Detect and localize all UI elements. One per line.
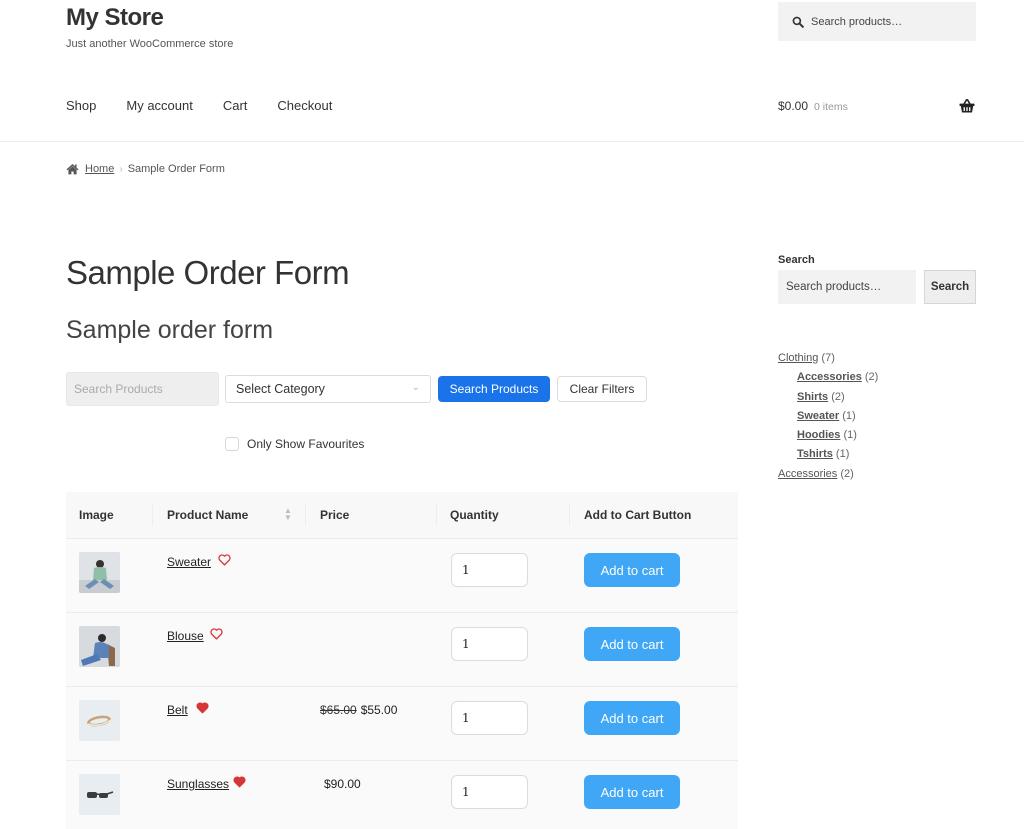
category-count: (2) [831,390,845,403]
sidebar-search-button[interactable]: Search [924,270,976,304]
site-description: Just another WooCommerce store [66,38,234,50]
favourites-filter[interactable]: Only Show Favourites [225,437,364,451]
site-header: My Store Just another WooCommerce store … [0,0,1024,142]
nav-checkout[interactable]: Checkout [277,98,332,113]
category-item: Clothing (7) [778,351,878,370]
product-image-belt[interactable] [79,700,120,741]
column-header-quantity: Quantity [450,508,499,522]
category-item: Shirts (2) [778,390,878,409]
page-title: Sample Order Form [66,254,350,291]
category-link-clothing[interactable]: Clothing [778,352,818,364]
table-row: Belt $65.00$55.00 Add to cart [66,687,738,761]
sort-icon[interactable]: ▲ ▼ [284,507,292,522]
sale-price: $90.00 [324,777,361,791]
category-link-accessories-top[interactable]: Accessories [778,468,837,480]
product-image-sunglasses[interactable] [79,774,120,815]
cart-total: $0.00 [778,99,809,113]
header-search[interactable] [778,2,976,41]
home-icon [66,163,79,175]
quantity-input[interactable] [451,627,528,661]
category-select-value: Select Category [236,382,325,396]
product-price: $65.00 $55.00 [320,703,397,717]
search-icon [792,16,804,28]
column-divider [152,504,153,526]
sidebar-search-title: Search [778,254,815,266]
add-to-cart-button[interactable]: Add to cart [584,627,680,661]
product-price [320,629,324,643]
clear-filters-button[interactable]: Clear Filters [557,376,647,402]
column-header-image: Image [79,508,114,522]
category-item: Sweater (1) [778,409,878,428]
column-header-product-name[interactable]: Product Name [167,508,248,522]
favourites-label: Only Show Favourites [247,437,365,451]
form-title: Sample order form [66,316,274,344]
category-count: (7) [821,352,835,364]
quantity-input[interactable] [451,775,528,809]
nav-shop[interactable]: Shop [66,98,96,113]
main-navigation: Shop My account Cart Checkout [66,98,362,113]
category-item: Hoodies (1) [778,428,878,447]
cart-count: 0 items [814,101,848,113]
column-divider [305,504,306,526]
heart-filled-icon[interactable] [233,776,246,788]
category-item: Accessories (2) [778,370,878,389]
category-item: Tshirts (1) [778,447,878,466]
order-form-table: Image Product Name ▲ ▼ Price Quantity Add… [66,492,738,829]
header-search-input[interactable] [811,15,961,28]
category-count: (2) [840,467,854,480]
breadcrumb: Home › Sample Order Form [66,163,225,175]
heart-filled-icon[interactable] [196,702,209,714]
breadcrumb-current: Sample Order Form [127,163,225,175]
category-count: (1) [843,429,857,442]
sale-price: $55.00 [360,703,398,717]
chevron-down-icon: ⌄ [411,382,420,393]
quantity-input[interactable] [451,553,528,587]
nav-cart[interactable]: Cart [223,98,248,113]
category-select[interactable]: Select Category ⌄ [225,375,431,403]
product-image-blouse[interactable] [79,626,120,667]
category-count: (1) [835,448,850,461]
table-header: Image Product Name ▲ ▼ Price Quantity Add… [66,492,738,539]
favourites-checkbox[interactable] [225,437,239,451]
product-image-sweater[interactable] [79,552,120,593]
column-header-add-to-cart: Add to Cart Button [584,508,692,522]
category-item: Accessories (2) [778,467,878,486]
product-link[interactable]: Sunglasses [167,777,229,791]
add-to-cart-button[interactable]: Add to cart [584,775,680,809]
sidebar-search-input[interactable] [778,270,916,304]
product-link[interactable]: Belt [167,703,188,717]
table-row: Blouse Add to cart [66,613,738,687]
site-title[interactable]: My Store [66,4,164,32]
table-row: Sweater Add to cart [66,539,738,613]
cart-summary[interactable]: $0.00 0 items [778,99,848,113]
category-link-shirts[interactable]: Shirts [797,391,828,403]
table-row: Sunglasses $90.00 Add to cart [66,761,738,829]
category-link-accessories[interactable]: Accessories [797,371,862,383]
heart-outline-icon[interactable] [210,628,223,640]
category-link-tshirts[interactable]: Tshirts [797,448,833,460]
product-link[interactable]: Blouse [167,629,204,643]
nav-my-account[interactable]: My account [126,98,192,113]
column-divider [569,504,570,526]
heart-outline-icon[interactable] [218,554,231,566]
breadcrumb-home[interactable]: Home [85,163,114,175]
add-to-cart-button[interactable]: Add to cart [584,701,680,735]
product-price: $90.00 [320,777,361,791]
basket-icon[interactable] [959,98,975,114]
category-count: (1) [842,409,856,422]
category-count: (2) [864,371,879,384]
regular-price: $65.00 [320,703,357,717]
category-link-sweater[interactable]: Sweater [797,410,839,422]
breadcrumb-separator: › [119,163,123,175]
category-link-hoodies[interactable]: Hoodies [797,429,840,441]
product-price [320,555,324,569]
product-categories: Clothing (7) Accessories (2) Shirts (2) … [778,351,878,486]
add-to-cart-button[interactable]: Add to cart [584,553,680,587]
quantity-input[interactable] [451,701,528,735]
search-products-button[interactable]: Search Products [438,376,550,402]
column-divider [436,504,437,526]
product-link[interactable]: Sweater [167,555,211,569]
column-header-price: Price [320,508,350,522]
product-search-input[interactable] [66,372,219,406]
